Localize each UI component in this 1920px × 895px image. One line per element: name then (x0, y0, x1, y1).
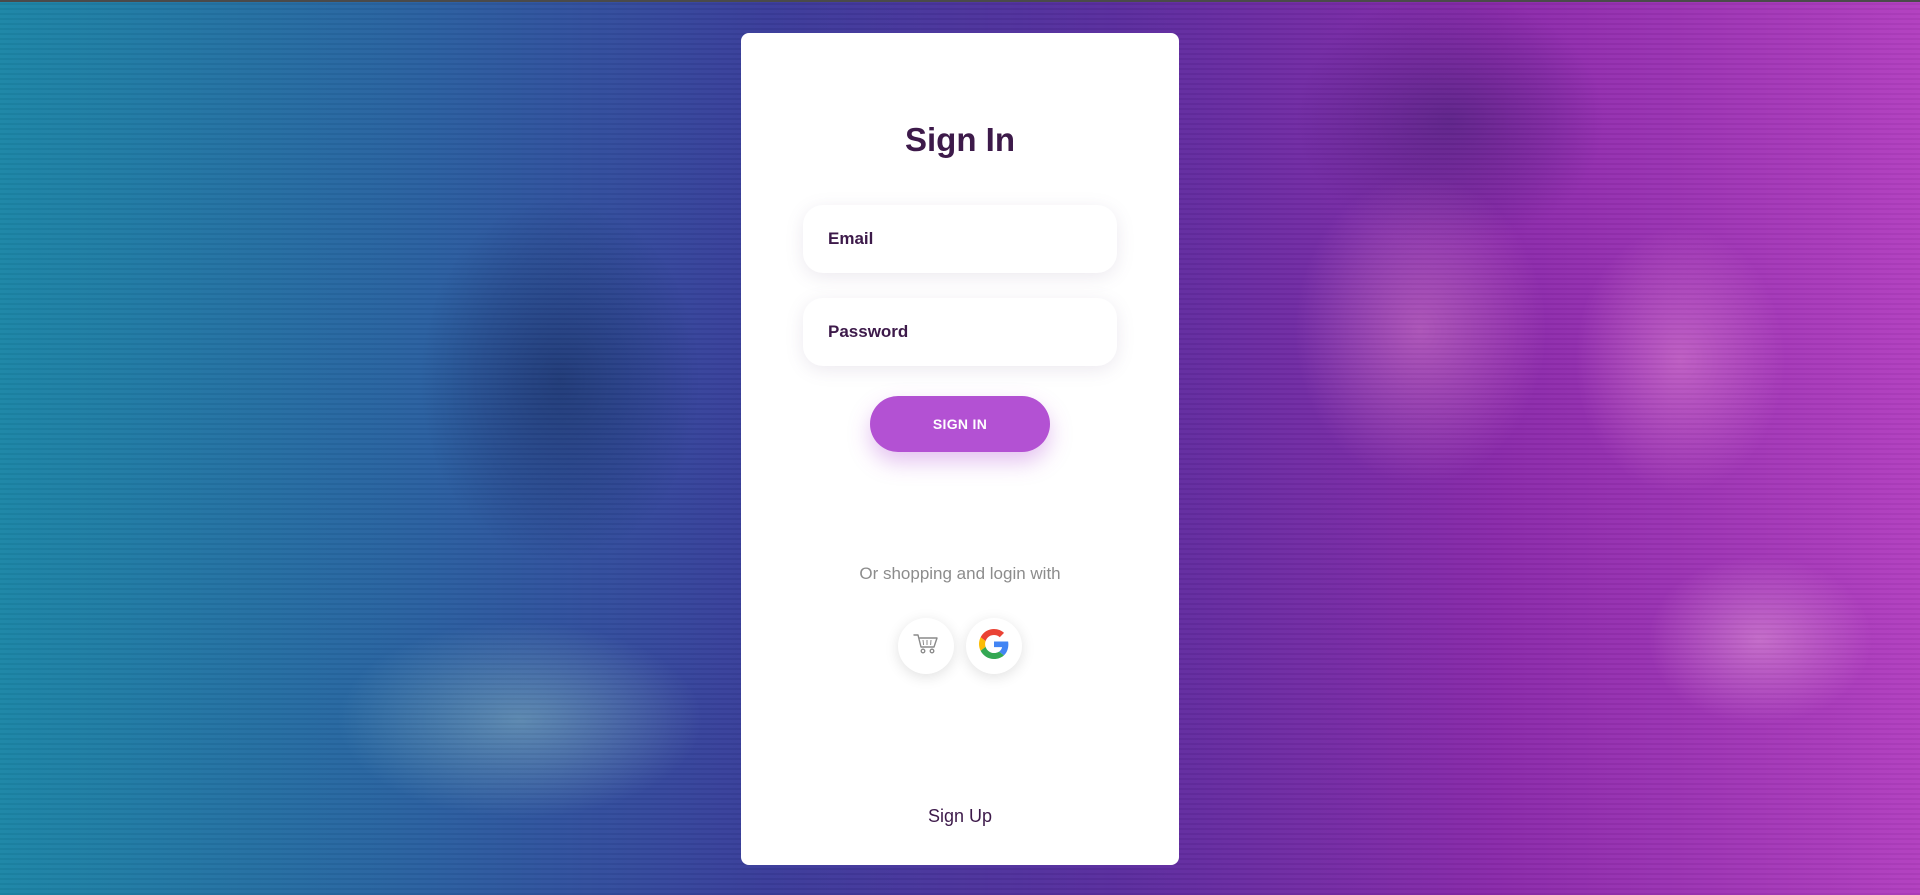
signin-button[interactable]: SIGN IN (870, 396, 1050, 452)
cart-login-button[interactable] (898, 618, 954, 674)
google-login-button[interactable] (966, 618, 1022, 674)
window-top-border (0, 0, 1920, 2)
signin-card: Sign In SIGN IN Or shopping and login wi… (741, 33, 1179, 865)
email-field[interactable] (803, 205, 1117, 273)
password-field[interactable] (803, 298, 1117, 366)
page-title: Sign In (905, 121, 1015, 158)
alt-login-text: Or shopping and login with (859, 564, 1061, 583)
google-icon (979, 628, 1009, 664)
signup-link[interactable]: Sign Up (741, 806, 1179, 827)
shopping-cart-icon (913, 633, 939, 660)
